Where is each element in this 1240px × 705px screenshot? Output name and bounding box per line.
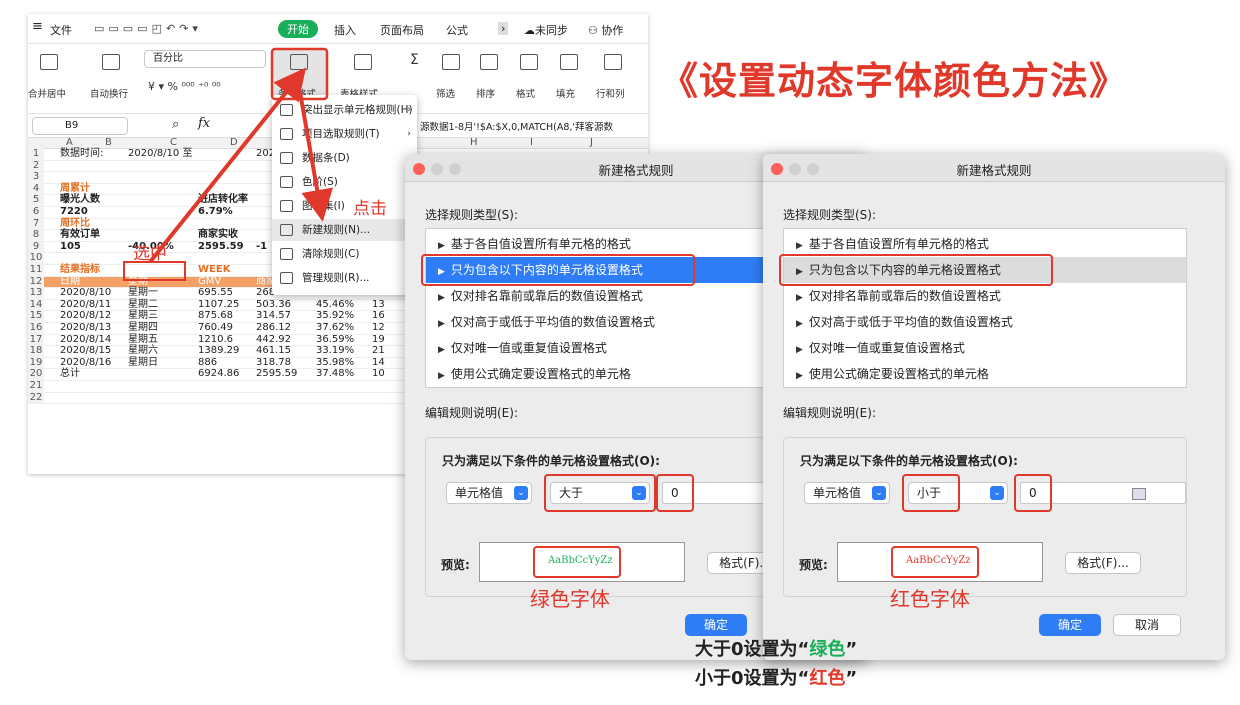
annotation-click: 点击 xyxy=(353,199,387,219)
arrow-to-cond-format xyxy=(148,67,307,264)
annotation-red-font: 红色字体 xyxy=(890,587,970,611)
arrow-to-new-rule xyxy=(298,91,333,222)
note-line-1: 大于0设置为“绿色” xyxy=(695,639,858,660)
cell-b9-highlight xyxy=(123,261,186,281)
annotation-arrows xyxy=(123,47,333,281)
cond-format-highlight xyxy=(270,47,329,101)
note-line-2: 小于0设置为“红色” xyxy=(695,668,858,689)
annotation-select: 选中 xyxy=(133,244,167,264)
annotation-green-font: 绿色字体 xyxy=(530,587,610,611)
